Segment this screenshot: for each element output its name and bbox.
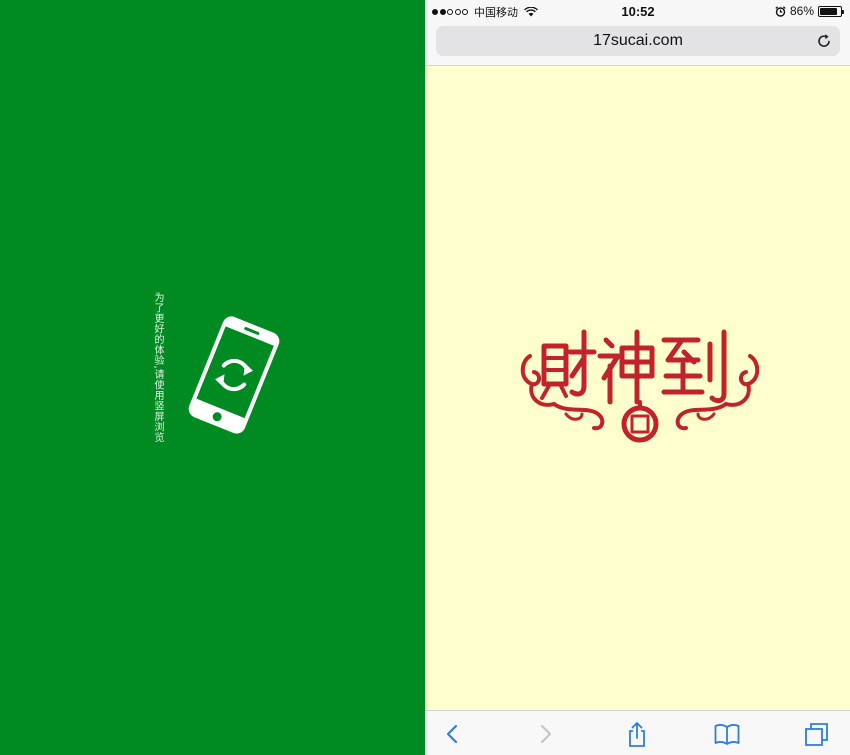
- mobile-browser-screen: 中国移动 10:52 86% 17sucai.com: [426, 0, 850, 755]
- rotate-hint-text: 为了更好的体验,请使用竖屏浏览: [152, 292, 163, 443]
- battery-tip: [842, 9, 844, 14]
- status-right: 86%: [775, 4, 844, 18]
- bookmarks-icon[interactable]: [714, 721, 740, 747]
- browser-toolbar: [426, 710, 850, 755]
- tabs-icon[interactable]: [804, 721, 830, 747]
- bookmarks-button[interactable]: [712, 719, 742, 749]
- share-icon[interactable]: [624, 721, 650, 747]
- forward-icon[interactable]: [532, 721, 558, 747]
- caishen-logo: [518, 322, 763, 448]
- share-button[interactable]: [622, 719, 652, 749]
- back-button[interactable]: [438, 719, 468, 749]
- back-icon[interactable]: [440, 721, 466, 747]
- battery-level: [820, 7, 838, 15]
- battery-percent: 86%: [789, 4, 814, 18]
- browser-address-area: 17sucai.com: [426, 22, 850, 66]
- battery-icon: [818, 5, 844, 17]
- status-bar: 中国移动 10:52 86%: [426, 0, 850, 22]
- address-bar[interactable]: 17sucai.com: [436, 26, 840, 56]
- tabs-button[interactable]: [802, 719, 832, 749]
- rotate-prompt-screen: 为了更好的体验,请使用竖屏浏览: [0, 0, 425, 755]
- rotate-phone-icon: [172, 310, 296, 440]
- url-text[interactable]: 17sucai.com: [436, 32, 840, 50]
- reload-icon[interactable]: [816, 33, 832, 49]
- alarm-icon: [775, 5, 786, 17]
- forward-button[interactable]: [530, 719, 560, 749]
